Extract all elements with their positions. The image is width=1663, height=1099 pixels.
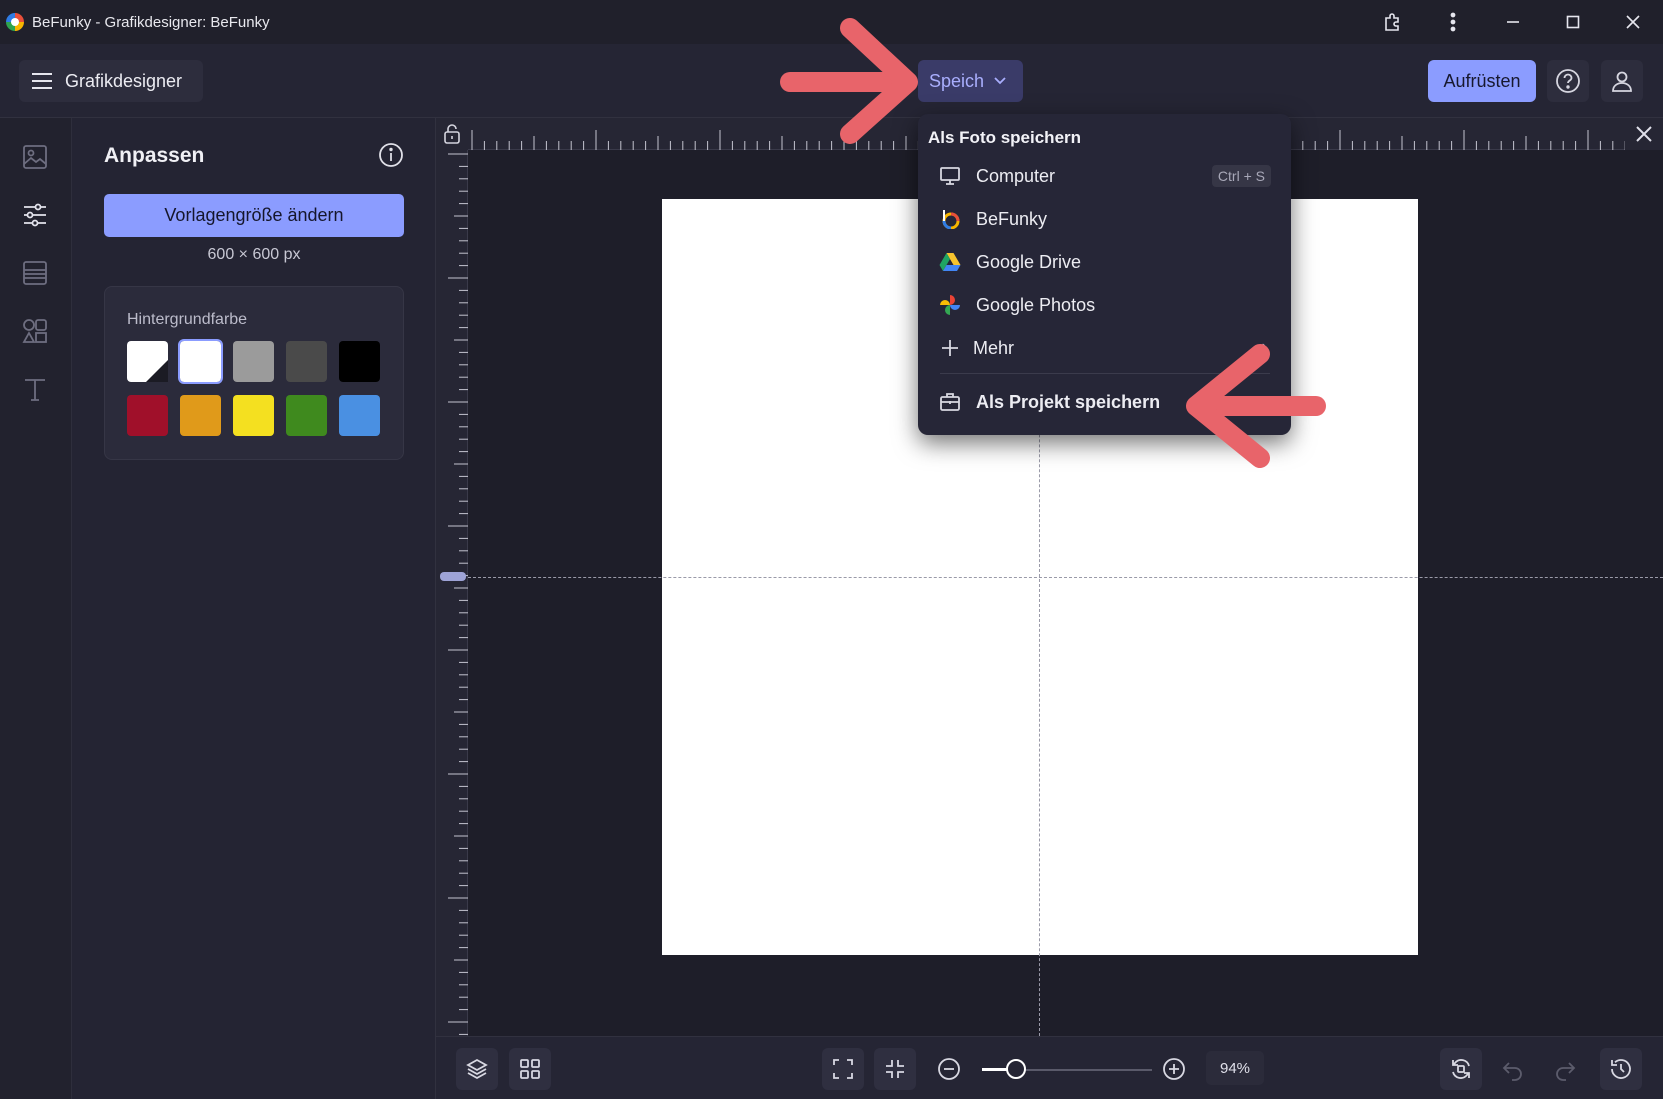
- save-to-google-drive-item[interactable]: Google Drive: [928, 242, 1281, 282]
- more-vertical-icon[interactable]: [1423, 0, 1483, 44]
- extensions-icon[interactable]: [1363, 0, 1423, 44]
- swatch-yellow[interactable]: [233, 395, 274, 436]
- left-ruler[interactable]: [436, 150, 468, 1036]
- template-size-text: 600 × 600 px: [207, 246, 301, 263]
- redo-icon[interactable]: [1544, 1048, 1586, 1090]
- swatch-red[interactable]: [127, 395, 168, 436]
- monitor-icon: [938, 164, 962, 188]
- user-icon[interactable]: [1601, 60, 1643, 102]
- close-window-icon[interactable]: [1603, 0, 1663, 44]
- window-controls: [1363, 0, 1663, 44]
- help-icon[interactable]: [1547, 60, 1589, 102]
- app-header: Grafikdesigner Öffnen Speich Aufrüsten: [0, 44, 1663, 118]
- image-icon[interactable]: [20, 142, 50, 172]
- swatch-transparent[interactable]: [127, 341, 168, 382]
- close-rulers-icon[interactable]: [1625, 118, 1663, 150]
- history-icon[interactable]: [1600, 1048, 1642, 1090]
- chevron-down-icon: [994, 77, 1006, 85]
- google-drive-icon: [938, 250, 962, 274]
- tool-rail: [0, 118, 72, 1099]
- title-bar: BeFunky - Grafikdesigner: BeFunky: [0, 0, 1663, 44]
- layout-icon[interactable]: [20, 258, 50, 288]
- menu-divider: [940, 373, 1270, 374]
- guide-handle[interactable]: [440, 572, 466, 581]
- befunky-label: BeFunky: [976, 208, 1048, 229]
- befunky-logo-icon: [6, 13, 24, 31]
- swatch-orange[interactable]: [180, 395, 221, 436]
- resize-template-button[interactable]: Vorlagengröße ändern: [104, 194, 404, 237]
- save-as-photo-heading: Als Foto speichern: [928, 128, 1082, 147]
- bottom-toolbar: 94%: [436, 1036, 1663, 1099]
- adjust-panel: Anpassen Vorlagengröße ändern 600 × 600 …: [72, 118, 436, 1099]
- swatch-green[interactable]: [286, 395, 327, 436]
- actual-size-icon[interactable]: [874, 1048, 916, 1090]
- minimize-icon[interactable]: [1483, 0, 1543, 44]
- save-as-project-label: Als Projekt speichern: [976, 391, 1161, 412]
- swatch-black[interactable]: [339, 341, 380, 382]
- open-button[interactable]: Öffnen: [788, 60, 898, 102]
- chevron-right-icon: ›: [1261, 338, 1267, 355]
- info-icon[interactable]: [378, 142, 404, 168]
- more-options-item[interactable]: Mehr ›: [928, 328, 1281, 368]
- lock-icon[interactable]: [436, 118, 468, 150]
- swatch-white[interactable]: [178, 339, 223, 384]
- google-photos-label: Google Photos: [976, 294, 1096, 315]
- save-as-project-item[interactable]: Als Projekt speichern: [928, 382, 1281, 422]
- save-to-google-photos-item[interactable]: Google Photos: [928, 285, 1281, 325]
- zoom-in-icon[interactable]: [1153, 1048, 1195, 1090]
- background-color-label: Hintergrundfarbe: [127, 311, 248, 328]
- sync-icon[interactable]: [1440, 1048, 1482, 1090]
- zoom-out-icon[interactable]: [928, 1048, 970, 1090]
- fit-screen-icon[interactable]: [822, 1048, 864, 1090]
- computer-shortcut: Ctrl + S: [1211, 165, 1271, 187]
- swatch-light-gray[interactable]: [233, 341, 274, 382]
- google-photos-icon: [938, 293, 962, 317]
- window-title: BeFunky - Grafikdesigner: BeFunky: [32, 13, 270, 31]
- undo-icon[interactable]: [1492, 1048, 1534, 1090]
- save-button-label: Speich: [929, 70, 985, 91]
- google-drive-label: Google Drive: [976, 251, 1082, 272]
- text-icon[interactable]: [20, 374, 50, 404]
- background-color-card: Hintergrundfarbe: [104, 286, 404, 460]
- sliders-icon[interactable]: [20, 200, 50, 230]
- main-menu-button[interactable]: Grafikdesigner: [19, 60, 203, 102]
- grid-icon[interactable]: [509, 1048, 551, 1090]
- upgrade-button[interactable]: Aufrüsten: [1428, 60, 1536, 102]
- more-label: Mehr: [973, 337, 1015, 358]
- zoom-slider-handle[interactable]: [1006, 1059, 1026, 1079]
- save-to-befunky-item[interactable]: BeFunky: [928, 199, 1281, 239]
- plus-icon: [938, 336, 962, 360]
- main-menu-label: Grafikdesigner: [65, 70, 183, 91]
- save-to-computer-item[interactable]: Computer Ctrl + S: [928, 156, 1281, 196]
- maximize-icon[interactable]: [1543, 0, 1603, 44]
- shapes-icon[interactable]: [20, 316, 50, 346]
- panel-title: Anpassen: [104, 144, 205, 167]
- swatch-blue[interactable]: [339, 395, 380, 436]
- horizontal-center-guide: [468, 577, 1663, 578]
- hamburger-icon: [32, 73, 52, 89]
- befunky-icon: [938, 207, 962, 231]
- briefcase-icon: [938, 390, 962, 414]
- save-button[interactable]: Speich: [918, 60, 1023, 102]
- zoom-value[interactable]: 94%: [1206, 1051, 1264, 1085]
- save-dropdown-menu: Als Foto speichern Computer Ctrl + S BeF…: [918, 114, 1291, 435]
- layers-icon[interactable]: [456, 1048, 498, 1090]
- swatch-dark-gray[interactable]: [286, 341, 327, 382]
- computer-label: Computer: [976, 165, 1056, 186]
